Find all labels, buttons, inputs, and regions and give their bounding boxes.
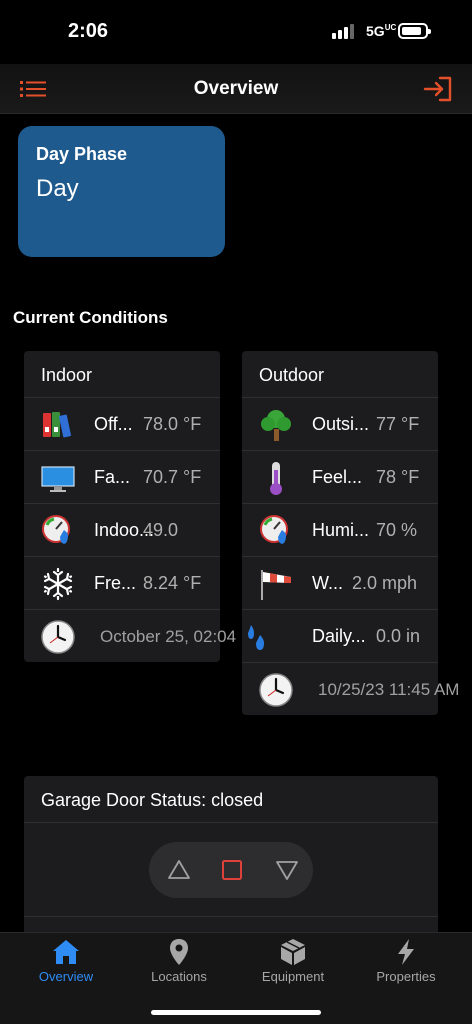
outdoor-row-wind[interactable]: W... 2.0 mph <box>242 557 438 610</box>
hygrometer-icon <box>260 515 288 544</box>
outdoor-name-2: Feel... <box>312 466 363 487</box>
outdoor-row-updated: 10/25/23 11:45 AM <box>242 663 459 716</box>
outdoor-name-4: W... <box>312 572 343 593</box>
outdoor-value-5: 0.0 in <box>376 625 421 646</box>
home-icon <box>53 940 79 964</box>
tab-overview[interactable]: Overview <box>7 933 125 993</box>
indoor-title: Indoor <box>24 351 220 398</box>
close-triangle-icon[interactable] <box>273 856 301 884</box>
clock-icon <box>259 673 293 707</box>
garage-divider <box>24 916 438 917</box>
monitor-icon <box>41 466 75 492</box>
indoor-panel: Indoor Off... 78.0 °F Fa... 70.7 °F Indo… <box>24 351 266 663</box>
rain-drops-icon <box>248 625 264 650</box>
outdoor-panel: Outdoor Outsi... 77 °F Feel... 78 °F Hum… <box>242 351 459 716</box>
indoor-row-updated: October 25, 02:04 PM <box>24 610 266 663</box>
battery-icon <box>398 23 431 39</box>
snowflake-icon <box>43 567 73 601</box>
windsock-icon <box>261 570 291 600</box>
cellular-signal-icon <box>332 24 354 39</box>
package-icon <box>281 939 305 965</box>
tab-label-locations: Locations <box>151 969 207 984</box>
outdoor-timestamp: 10/25/23 11:45 AM <box>318 679 460 699</box>
home-indicator <box>151 1010 321 1015</box>
location-pin-icon <box>170 939 188 965</box>
indoor-name-2: Fa... <box>94 466 131 487</box>
indoor-value-4: 8.24 °F <box>143 572 202 593</box>
outdoor-name-3: Humi... <box>312 519 370 540</box>
indoor-value-2: 70.7 °F <box>143 466 202 487</box>
lightning-icon <box>398 939 414 965</box>
indoor-row-humidity[interactable]: Indoo... 49.0 <box>24 504 220 557</box>
outdoor-row-feels-like[interactable]: Feel... 78 °F <box>242 451 438 504</box>
hygrometer-icon <box>42 515 70 544</box>
clock-icon <box>41 620 75 654</box>
stop-square-icon[interactable] <box>218 856 246 884</box>
page-title: Overview <box>193 78 279 99</box>
indoor-row-office[interactable]: Off... 78.0 °F <box>24 398 220 451</box>
indoor-name-4: Fre... <box>94 572 137 593</box>
day-phase-value: Day <box>36 175 79 202</box>
binders-icon <box>43 412 72 438</box>
garage-door-card: Garage Door Status: closed <box>24 776 438 936</box>
outdoor-value-3: 70 % <box>376 519 418 540</box>
indoor-value-1: 78.0 °F <box>143 413 202 434</box>
tab-properties[interactable]: Properties <box>347 933 465 993</box>
outdoor-name-1: Outsi... <box>312 413 370 434</box>
network-label: 5GUC <box>366 23 397 39</box>
garage-status-text: Garage Door Status: closed <box>24 776 438 823</box>
tab-equipment[interactable]: Equipment <box>234 933 352 993</box>
tab-label-properties: Properties <box>376 969 436 984</box>
outdoor-row-humidity[interactable]: Humi... 70 % <box>242 504 438 557</box>
status-time: 2:06 <box>68 20 109 42</box>
outdoor-title: Outdoor <box>242 351 438 398</box>
outdoor-value-4: 2.0 mph <box>352 572 418 593</box>
outdoor-value-2: 78 °F <box>376 466 420 487</box>
day-phase-label: Day Phase <box>36 144 128 164</box>
thermometer-icon <box>270 462 282 495</box>
tab-label-overview: Overview <box>38 969 94 984</box>
indoor-row-freezer[interactable]: Fre... 8.24 °F <box>24 557 220 610</box>
outdoor-value-1: 77 °F <box>376 413 420 434</box>
sign-in-icon[interactable] <box>422 74 454 104</box>
tree-icon <box>261 410 291 441</box>
day-phase-card[interactable]: Day Phase Day <box>18 126 225 257</box>
outdoor-row-daily-rain[interactable]: Daily... 0.0 in <box>242 610 438 663</box>
indoor-value-3: 49.0 <box>143 519 179 540</box>
nav-bar: Overview <box>0 64 472 114</box>
indoor-row-family[interactable]: Fa... 70.7 °F <box>24 451 220 504</box>
open-triangle-icon[interactable] <box>165 856 193 884</box>
tab-label-equipment: Equipment <box>261 969 325 984</box>
outdoor-row-outside[interactable]: Outsi... 77 °F <box>242 398 438 451</box>
outdoor-name-5: Daily... <box>312 625 366 646</box>
indoor-name-1: Off... <box>94 413 133 434</box>
garage-control-pill <box>149 842 313 898</box>
tab-locations[interactable]: Locations <box>120 933 238 993</box>
current-conditions-title: Current Conditions <box>13 308 168 327</box>
status-bar: 2:06 5GUC <box>0 0 472 64</box>
